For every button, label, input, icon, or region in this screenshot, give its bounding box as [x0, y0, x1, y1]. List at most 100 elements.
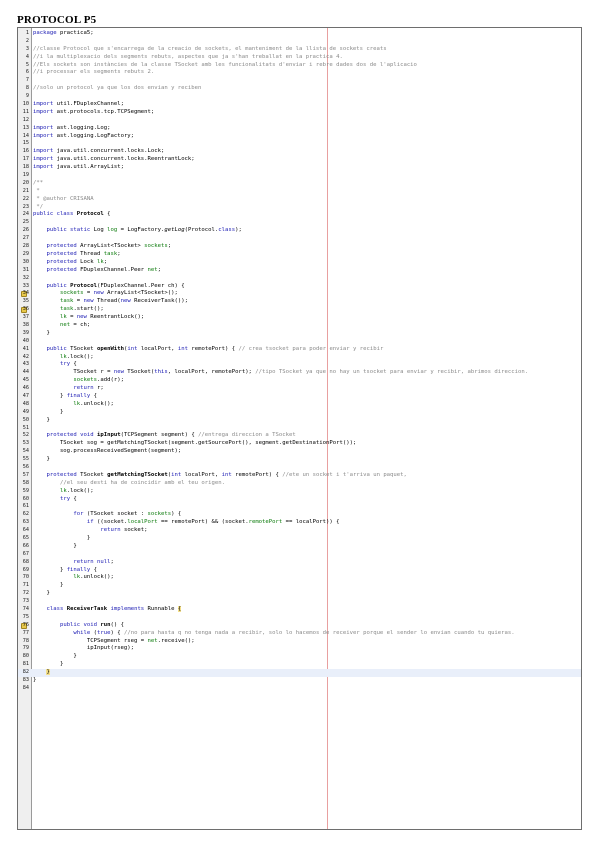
code-line[interactable]: 63 if ((socket.localPort == remotePort) …: [18, 519, 581, 527]
code-line[interactable]: 18 import java.util.ArrayList;: [18, 164, 581, 172]
code-token: import: [33, 108, 54, 115]
code-line[interactable]: 83}: [18, 677, 581, 685]
code-line[interactable]: 59 lk.lock();: [18, 488, 581, 496]
code-line[interactable]: 73: [18, 598, 581, 606]
code-line[interactable]: 51: [18, 425, 581, 433]
code-line[interactable]: 24 public class Protocol {: [18, 211, 581, 219]
code-token: Thread(: [93, 298, 121, 305]
code-line[interactable]: 57 protected TSocket getMatchingTSocket(…: [18, 472, 581, 480]
code-line[interactable]: 47 } finally {: [18, 393, 581, 401]
code-line[interactable]: 41 public TSocket openWith(int localPort…: [18, 346, 581, 354]
code-line[interactable]: 71 }: [18, 582, 581, 590]
code-line[interactable]: 67: [18, 551, 581, 559]
code-line[interactable]: 65 }: [18, 535, 581, 543]
code-line[interactable]: 16 import java.util.concurrent.locks.Lock…: [18, 148, 581, 156]
code-line[interactable]: 46 return r;: [18, 385, 581, 393]
code-line[interactable]: 27: [18, 235, 581, 243]
code-line[interactable]: 7: [18, 77, 581, 85]
code-line[interactable]: 64 return socket;: [18, 527, 581, 535]
code-token: protected: [46, 471, 77, 478]
code-line[interactable]: 32: [18, 275, 581, 283]
code-line[interactable]: 17 import java.util.concurrent.locks.Reen…: [18, 156, 581, 164]
code-line[interactable]: 53 TSocket sog = getMatchingTSocket(segm…: [18, 440, 581, 448]
code-line[interactable]: 79 ipInput(rseg);: [18, 645, 581, 653]
code-line[interactable]: 34 sockets = new ArrayList<TSocket>();: [18, 290, 581, 298]
code-line[interactable]: 44 TSocket r = new TSocket(this, localPo…: [18, 369, 581, 377]
code-line[interactable]: 23 */: [18, 204, 581, 212]
code-line[interactable]: 3 //classe Protocol que s'encarrega de la…: [18, 46, 581, 54]
code-line[interactable]: 60 try {: [18, 496, 581, 504]
code-line[interactable]: 58 //el seu desti ha de coincidir amb el…: [18, 480, 581, 488]
code-line[interactable]: 21 *: [18, 188, 581, 196]
code-line[interactable]: 26 public static Log log = LogFactory.ge…: [18, 227, 581, 235]
code-line[interactable]: 10 import util.FDuplexChannel;: [18, 101, 581, 109]
line-number: 20: [22, 179, 29, 186]
line-number: 47: [22, 392, 29, 399]
code-line[interactable]: 62 for (TSocket socket : sockets) {: [18, 511, 581, 519]
code-line[interactable]: 80 }: [18, 653, 581, 661]
code-token: }: [33, 590, 50, 597]
code-line[interactable]: 52 protected void ipInput(TCPSegment seg…: [18, 432, 581, 440]
code-text: protected FDuplexChannel.Peer net;: [33, 267, 161, 275]
code-line[interactable]: 75: [18, 614, 581, 622]
code-line[interactable]: 39 }: [18, 330, 581, 338]
code-line[interactable]: 74 class ReceiverTask implements Runnabl…: [18, 606, 581, 614]
code-line[interactable]: 45 sockets.add(r);: [18, 377, 581, 385]
code-line[interactable]: 54 sog.processReceivedSegment(segment);: [18, 448, 581, 456]
code-line[interactable]: 22 * @author CRISANA: [18, 196, 581, 204]
code-line[interactable]: 15: [18, 140, 581, 148]
code-line[interactable]: 33 public Protocol(FDuplexChannel.Peer c…: [18, 283, 581, 291]
code-line[interactable]: 29 protected Thread task;: [18, 251, 581, 259]
code-line[interactable]: 35 task = new Thread(new ReceiverTask())…: [18, 298, 581, 306]
code-line[interactable]: 56: [18, 464, 581, 472]
code-line[interactable]: 4 //i la multiplexacio dels segments rebu…: [18, 54, 581, 62]
code-line[interactable]: 50 }: [18, 417, 581, 425]
code-line[interactable]: 2: [18, 38, 581, 46]
code-line[interactable]: 82 }: [18, 669, 581, 678]
code-line[interactable]: 8 //solo un protocol ya que los dos envia…: [18, 85, 581, 93]
code-line[interactable]: 12: [18, 117, 581, 125]
code-token: .add(r);: [97, 377, 124, 384]
code-line[interactable]: 40: [18, 338, 581, 346]
code-token: {: [70, 495, 77, 502]
code-line[interactable]: 13 import ast.logging.Log;: [18, 125, 581, 133]
code-line[interactable]: 31 protected FDuplexChannel.Peer net;: [18, 267, 581, 275]
code-line[interactable]: 14 import ast.logging.LogFactory;: [18, 133, 581, 141]
code-line[interactable]: 84: [18, 685, 581, 693]
code-line[interactable]: 81 }: [18, 661, 581, 669]
code-line[interactable]: 42 lk.lock();: [18, 354, 581, 362]
code-line[interactable]: 61: [18, 503, 581, 511]
code-line[interactable]: 69 } finally {: [18, 567, 581, 575]
line-number: 36: [22, 306, 29, 313]
code-line[interactable]: 20 /**: [18, 180, 581, 188]
code-line[interactable]: 49 }: [18, 409, 581, 417]
code-line[interactable]: 78 TCPSegment rseg = net.receive();: [18, 638, 581, 646]
code-line[interactable]: 55 }: [18, 456, 581, 464]
code-token: ) {: [110, 629, 124, 636]
code-line[interactable]: 48 lk.unlock();: [18, 401, 581, 409]
code-line[interactable]: 70 lk.unlock();: [18, 574, 581, 582]
code-line[interactable]: 76 public void run() {: [18, 622, 581, 630]
code-line[interactable]: 68 return null;: [18, 559, 581, 567]
code-lines[interactable]: 1 package practica5; 2 3 //classe Protocol q…: [18, 30, 581, 693]
code-line[interactable]: 30 protected Lock lk;: [18, 259, 581, 267]
code-line[interactable]: 11 import ast.protocols.tcp.TCPSegment;: [18, 109, 581, 117]
code-line[interactable]: 1 package practica5;: [18, 30, 581, 38]
code-line[interactable]: 5 //Els sockets son instàncies de la clas…: [18, 62, 581, 70]
code-line[interactable]: 37 lk = new ReentrantLock();: [18, 314, 581, 322]
code-line[interactable]: 25: [18, 219, 581, 227]
code-line[interactable]: 19: [18, 172, 581, 180]
code-line[interactable]: 72 }: [18, 590, 581, 598]
code-line[interactable]: 9: [18, 93, 581, 101]
code-line[interactable]: 38 net = ch;: [18, 322, 581, 330]
code-line[interactable]: 77 while (true) { //no para hasta q no t…: [18, 630, 581, 638]
code-editor[interactable]: 1 package practica5; 2 3 //classe Protocol q…: [17, 27, 582, 830]
code-line[interactable]: 36 task.start();: [18, 306, 581, 314]
code-line[interactable]: 43 try {: [18, 361, 581, 369]
code-line[interactable]: 66 }: [18, 543, 581, 551]
code-line[interactable]: 6 //i processar els segments rebuts 2.: [18, 69, 581, 77]
code-line[interactable]: 28 protected ArrayList<TSocket> sockets;: [18, 243, 581, 251]
